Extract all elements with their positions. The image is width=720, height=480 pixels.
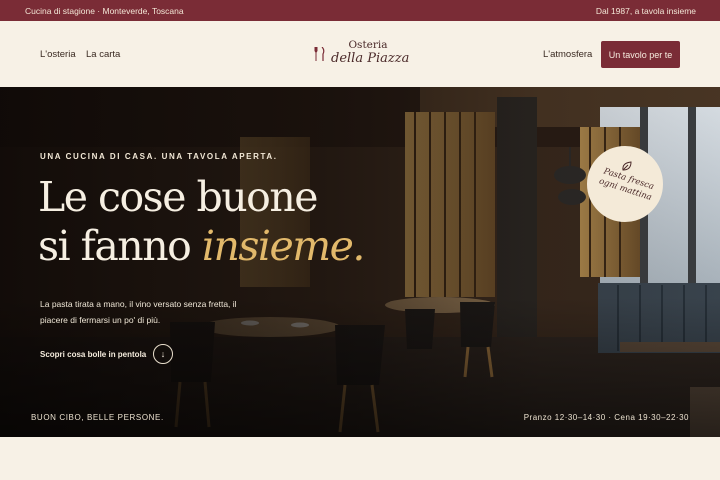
headline-period: . — [352, 222, 365, 270]
topbar-since-text: Dal 1987, a tavola insieme — [595, 5, 696, 16]
hero-subtext: La pasta tirata a mano, il vino versato … — [40, 299, 237, 325]
hero-section: UNA CUCINA DI CASA. UNA TAVOLA APERTA. L… — [0, 87, 720, 437]
hero-headline: Le cose buone si fanno insieme. — [38, 173, 365, 271]
site-header: L'osteria La carta Osteria della Piazza … — [0, 21, 720, 87]
discover-link[interactable]: Scopri cosa bolle in pentola ↓ — [40, 344, 173, 364]
headline-line-2: si fanno insieme. — [38, 222, 365, 271]
hero-eyebrow: UNA CUCINA DI CASA. UNA TAVOLA APERTA. — [40, 152, 278, 161]
logo-line-1: Osteria — [348, 39, 388, 51]
logo-line-2: della Piazza — [331, 51, 410, 66]
topbar-location-text: Cucina di stagione · Monteverde, Toscana — [25, 5, 184, 16]
reserve-table-button[interactable]: Un tavolo per te — [601, 41, 680, 68]
hero-tagline-bottom: BUON CIBO, BELLE PERSONE. — [31, 413, 164, 422]
fresh-pasta-badge: Pasta fresca ogni mattina — [587, 146, 663, 222]
headline-line-1: Le cose buone — [38, 173, 319, 221]
nav-link-osteria[interactable]: L'osteria — [40, 49, 76, 60]
top-info-bar: Cucina di stagione · Monteverde, Toscana… — [0, 0, 720, 21]
site-logo[interactable]: Osteria della Piazza — [312, 39, 412, 71]
headline-line-2-start: si fanno — [38, 222, 202, 270]
arrow-down-icon[interactable]: ↓ — [153, 344, 173, 364]
discover-label[interactable]: Scopri cosa bolle in pentola — [40, 350, 146, 359]
headline-accent-word: insieme — [201, 222, 354, 270]
page-bottom-strip — [0, 437, 720, 480]
fork-knife-icon — [314, 47, 325, 61]
opening-hours: Pranzo 12·30–14·30 · Cena 19·30–22·30 — [523, 413, 689, 422]
nav-link-carta[interactable]: La carta — [86, 49, 120, 60]
nav-link-atmosfera[interactable]: L'atmosfera — [543, 49, 592, 60]
